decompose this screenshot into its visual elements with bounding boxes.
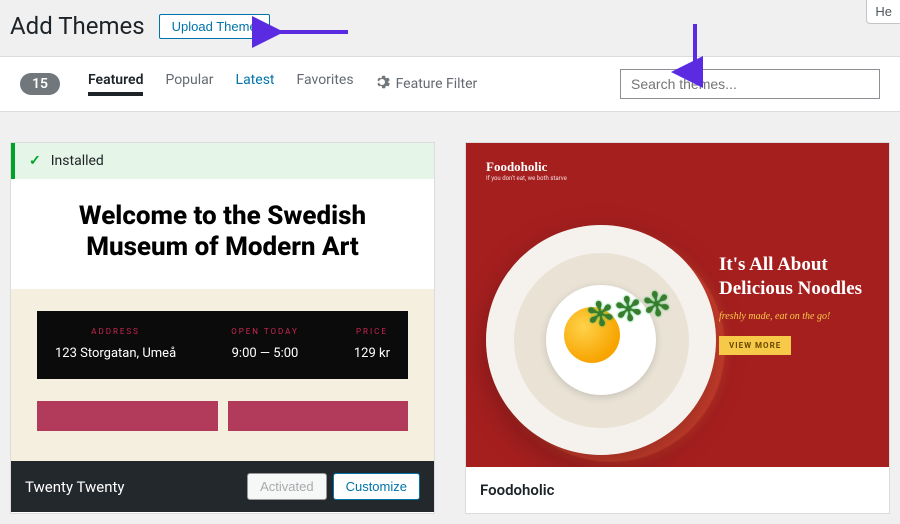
check-icon: ✓ [29,153,41,169]
customize-button[interactable]: Customize [333,473,420,500]
info-value: 129 kr [354,346,390,361]
feature-filter-button[interactable]: Feature Filter [374,74,478,94]
installed-status-bar: ✓ Installed [11,143,434,179]
tab-favorites[interactable]: Favorites [297,72,354,96]
tab-popular[interactable]: Popular [165,72,213,96]
info-label: OPEN TODAY [231,327,299,336]
preview-subhead: freshly made, eat on the go! [719,311,889,322]
preview-brand: Foodoholic [486,159,869,175]
theme-card-footer: Twenty Twenty Activated Customize [11,461,434,512]
preview-view-more: VIEW MORE [719,336,791,355]
info-value: 123 Storgatan, Umeå [55,346,176,361]
feature-filter-label: Feature Filter [396,76,478,92]
annotation-arrow-upload [270,20,350,48]
filter-bar: 15 Featured Popular Latest Favorites Fea… [0,56,900,112]
activated-button: Activated [247,473,326,500]
info-label: PRICE [354,327,390,336]
theme-preview: Foodoholic If you don't eat, we both sta… [466,143,889,467]
page-title: Add Themes [10,12,145,40]
search-input[interactable] [620,69,880,99]
theme-card-footer: Foodoholic [466,467,889,513]
installed-label: Installed [51,153,104,169]
preview-tagline: If you don't eat, we both starve [486,175,869,182]
tab-latest[interactable]: Latest [236,72,275,96]
preview-hero-text: Welcome to the Swedish Museum of Modern … [39,201,406,263]
theme-card-twenty-twenty[interactable]: ✓ Installed Welcome to the Swedish Museu… [10,142,435,514]
info-value: 9:00 — 5:00 [232,346,299,361]
info-label: ADDRESS [55,327,176,336]
upload-theme-button[interactable]: Upload Theme [159,14,270,39]
theme-count-badge: 15 [20,73,60,95]
filter-tabs: Featured Popular Latest Favorites [88,72,354,96]
annotation-arrow-search [680,22,720,86]
gear-icon [374,74,390,94]
page-header: Add Themes Upload Theme [0,0,900,56]
preview-headline: It's All About Delicious Noodles [719,253,889,301]
theme-card-foodoholic[interactable]: Foodoholic If you don't eat, we both sta… [465,142,890,514]
theme-name: Foodoholic [480,481,554,499]
tab-featured[interactable]: Featured [88,72,143,96]
bowl-graphic: ✻✻✻ [486,225,716,455]
help-button[interactable]: He [866,0,900,24]
theme-name: Twenty Twenty [25,478,241,496]
theme-preview: Welcome to the Swedish Museum of Modern … [11,179,434,461]
themes-grid: ✓ Installed Welcome to the Swedish Museu… [0,112,900,524]
